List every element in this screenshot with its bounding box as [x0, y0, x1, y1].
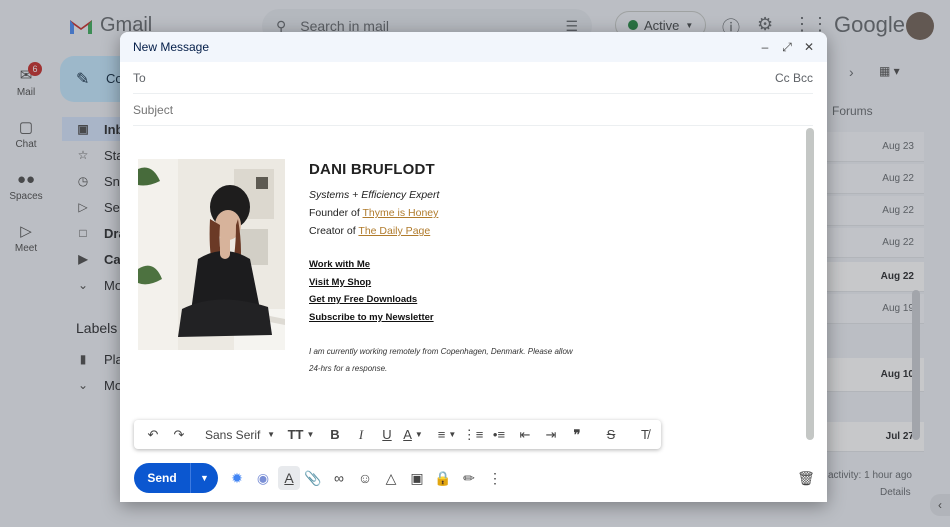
drive-icon[interactable]: △ [380, 466, 402, 490]
strikethrough-icon[interactable]: S [599, 423, 623, 447]
to-label: To [133, 70, 146, 85]
undo-icon[interactable]: ↶ [141, 423, 165, 447]
signature-tagline: Systems + Efficiency Expert [309, 186, 709, 204]
free-downloads-link[interactable]: Get my Free Downloads [309, 291, 709, 309]
subject-input[interactable] [133, 102, 813, 117]
portrait-image [138, 159, 285, 350]
compose-title: New Message [133, 40, 210, 54]
signature-pen-icon[interactable]: ✏ [458, 466, 480, 490]
signature-creator-line: Creator of The Daily Page [309, 222, 709, 240]
trash-icon[interactable]: 🗑 [795, 466, 817, 490]
more-options-icon[interactable]: ⋮ [484, 466, 506, 490]
tagline-text: Systems + Efficiency Expert [309, 189, 440, 201]
font-select[interactable]: Sans Serif ▼ [201, 423, 279, 447]
note-line-1: I am currently working remotely from Cop… [309, 347, 573, 356]
emoji-icon[interactable]: ☺ [354, 466, 376, 490]
newsletter-link[interactable]: Subscribe to my Newsletter [309, 309, 709, 327]
text-color-icon[interactable]: A ▼ [401, 423, 425, 447]
bold-icon[interactable]: B [323, 423, 347, 447]
body-scrollbar[interactable] [806, 128, 814, 440]
signature-links: Work with Me Visit My Shop Get my Free D… [309, 256, 709, 326]
to-field[interactable]: To Cc Bcc [133, 62, 813, 94]
daily-page-link[interactable]: The Daily Page [358, 225, 430, 237]
subject-field[interactable] [133, 94, 813, 126]
cc-bcc-button[interactable]: Cc Bcc [775, 71, 813, 85]
photo-icon[interactable]: ▣ [406, 466, 428, 490]
numbered-list-icon[interactable]: ⋮≡ [461, 423, 485, 447]
indent-less-icon[interactable]: ⇤ [513, 423, 537, 447]
formatting-toolbar: ↶ ↷ Sans Serif ▼ TT ▼ B I U A ▼ ≡ ▼ ⋮≡ •≡ ⇤ … [134, 420, 661, 449]
formatting-options-icon[interactable]: A [278, 466, 300, 490]
attach-icon[interactable]: 📎 [302, 466, 324, 490]
to-input[interactable] [153, 70, 775, 85]
visit-shop-link[interactable]: Visit My Shop [309, 274, 709, 292]
layout-icon[interactable]: ◉ [252, 466, 274, 490]
signature-note: I am currently working remotely from Cop… [309, 343, 609, 377]
indent-more-icon[interactable]: ⇥ [539, 423, 563, 447]
italic-icon[interactable]: I [349, 423, 373, 447]
confidential-lock-icon[interactable]: 🔒 [432, 466, 454, 490]
align-icon[interactable]: ≡ ▼ [435, 423, 459, 447]
minimize-icon[interactable]: ‒ [759, 40, 771, 54]
caret-down-icon: ▼ [267, 430, 275, 439]
signature-name: DANI BRUFLODT [309, 161, 435, 178]
creator-prefix: Creator of [309, 225, 359, 237]
text-size-icon[interactable]: TT ▼ [288, 423, 315, 447]
ai-assist-icon[interactable]: ✹ [226, 466, 248, 490]
founder-prefix: Founder of [309, 207, 363, 219]
redo-icon[interactable]: ↷ [167, 423, 191, 447]
signature-founder-line: Founder of Thyme is Honey [309, 204, 709, 222]
schedule-send-caret-icon[interactable]: ▼ [190, 463, 218, 493]
send-group: Send ▼ [134, 463, 218, 493]
quote-icon[interactable]: ❞ [565, 423, 589, 447]
compose-header: New Message ‒ ⤢ ✕ [120, 32, 827, 62]
bulleted-list-icon[interactable]: •≡ [487, 423, 511, 447]
underline-icon[interactable]: U [375, 423, 399, 447]
exit-fullscreen-icon[interactable]: ⤢ [781, 40, 793, 55]
clear-formatting-icon[interactable]: T̸ [633, 423, 657, 447]
signature-block: DANI BRUFLODT Systems + Efficiency Exper… [309, 161, 709, 377]
close-icon[interactable]: ✕ [803, 40, 815, 54]
signature-photo [138, 159, 285, 350]
send-button[interactable]: Send [134, 463, 190, 493]
note-line-2: 24-hrs for a response. [309, 364, 388, 373]
thyme-is-honey-link[interactable]: Thyme is Honey [363, 207, 439, 219]
work-with-me-link[interactable]: Work with Me [309, 256, 709, 274]
message-body[interactable]: DANI BRUFLODT Systems + Efficiency Exper… [120, 128, 827, 444]
link-icon[interactable]: ∞ [328, 466, 350, 490]
font-label: Sans Serif [205, 427, 261, 442]
